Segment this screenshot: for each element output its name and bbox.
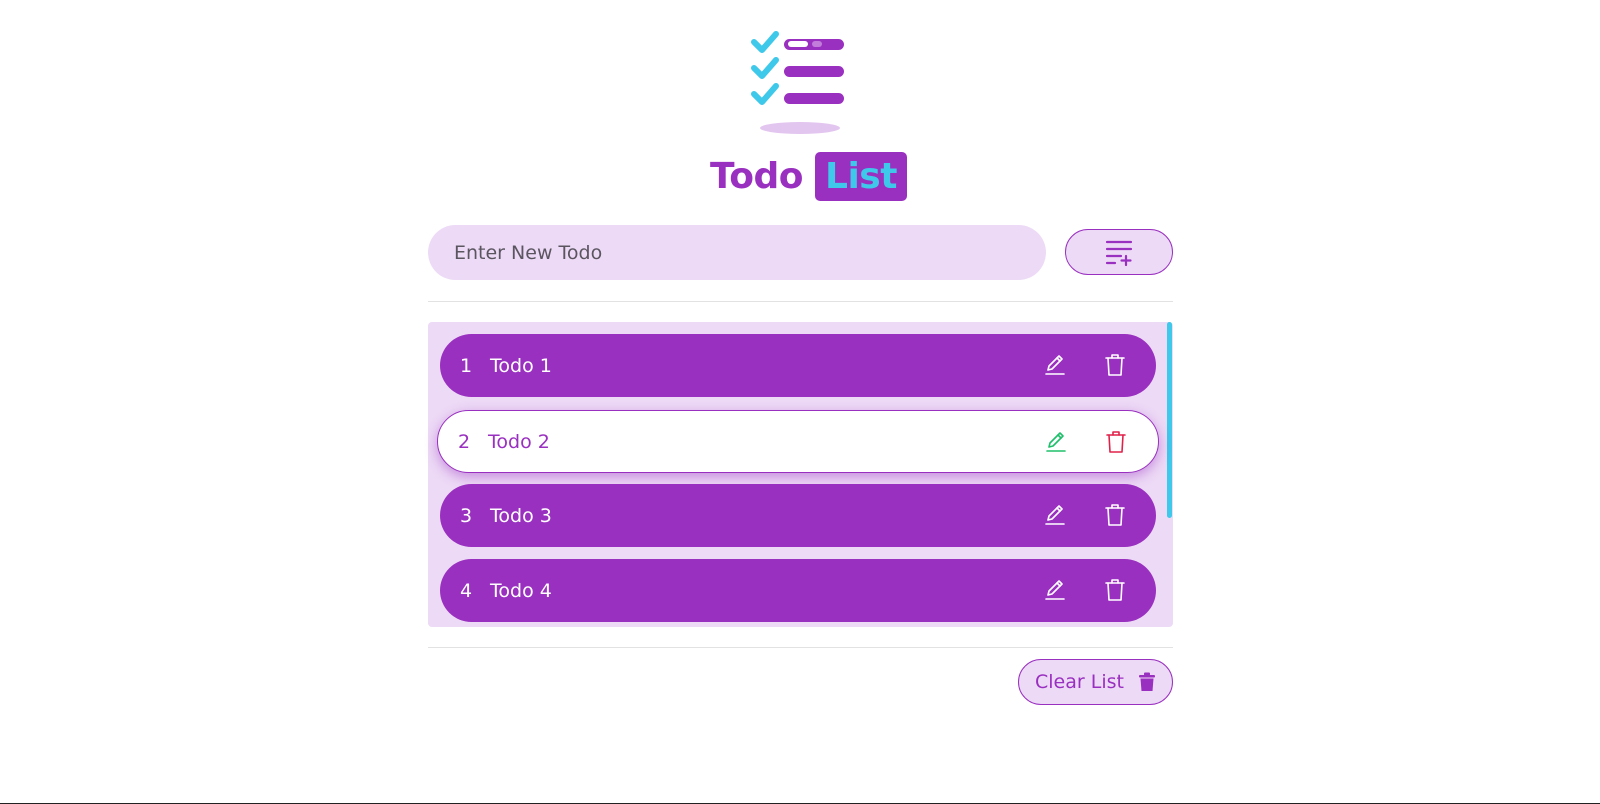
todo-item[interactable]: 1 Todo 1 [440,334,1156,397]
add-todo-button[interactable] [1065,229,1173,275]
todo-item[interactable]: 3 Todo 3 [440,484,1156,547]
playlist-add-icon [1105,240,1133,266]
trash-filled-icon [1138,672,1155,691]
edit-button[interactable] [1040,350,1070,380]
title-highlight: List [815,151,907,201]
pencil-icon [1045,580,1065,600]
clear-list-button[interactable]: Clear List [1018,659,1173,705]
delete-button[interactable] [1100,350,1130,380]
page-title: Todo List [710,151,907,201]
todo-text: Todo 3 [490,504,552,527]
todo-text: Todo 1 [490,354,552,377]
delete-button[interactable] [1100,575,1130,605]
trash-icon [1105,354,1125,376]
trash-icon [1105,579,1125,601]
edit-button[interactable] [1040,575,1070,605]
trash-icon [1106,431,1126,453]
delete-button[interactable] [1100,500,1130,530]
edit-button[interactable] [1041,427,1071,457]
todo-number: 1 [460,354,473,377]
todo-text: Todo 4 [490,579,552,602]
trash-icon [1105,504,1125,526]
pencil-icon [1045,355,1065,375]
scrollbar[interactable] [1167,322,1172,518]
todo-text: Todo 2 [488,430,550,453]
todo-number: 2 [458,430,471,453]
todo-item[interactable]: 4 Todo 4 [440,559,1156,622]
pencil-icon [1046,432,1066,452]
todo-app: Todo List 1 Todo 1 [0,0,1600,804]
todo-number: 3 [460,504,473,527]
clear-list-label: Clear List [1035,671,1124,693]
divider [428,647,1173,648]
title-main: Todo [710,155,804,197]
divider [428,301,1173,302]
new-todo-input[interactable] [428,225,1046,280]
todo-number: 4 [460,579,473,602]
checklist-logo-icon [751,31,844,134]
todo-item-active[interactable]: 2 Todo 2 [437,410,1159,473]
delete-button[interactable] [1101,427,1131,457]
pencil-icon [1045,505,1065,525]
edit-button[interactable] [1040,500,1070,530]
